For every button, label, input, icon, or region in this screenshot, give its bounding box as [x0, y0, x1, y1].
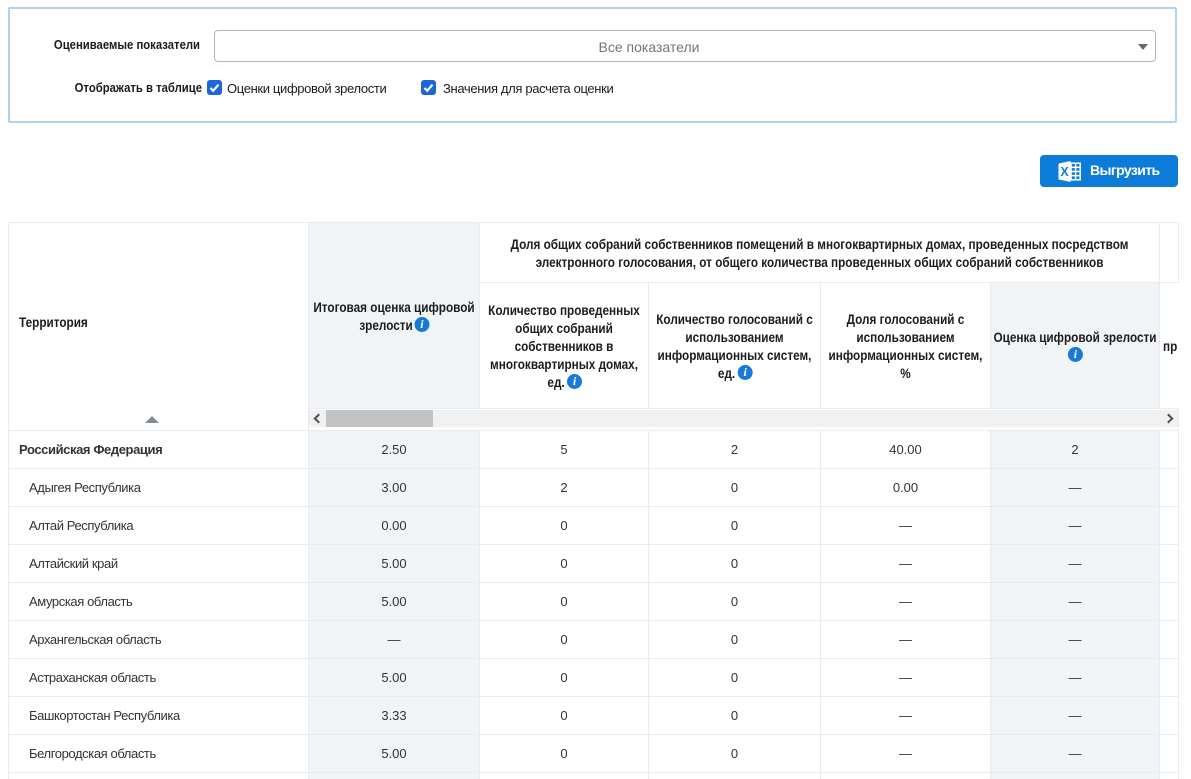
svg-text:X: X: [1060, 165, 1069, 179]
